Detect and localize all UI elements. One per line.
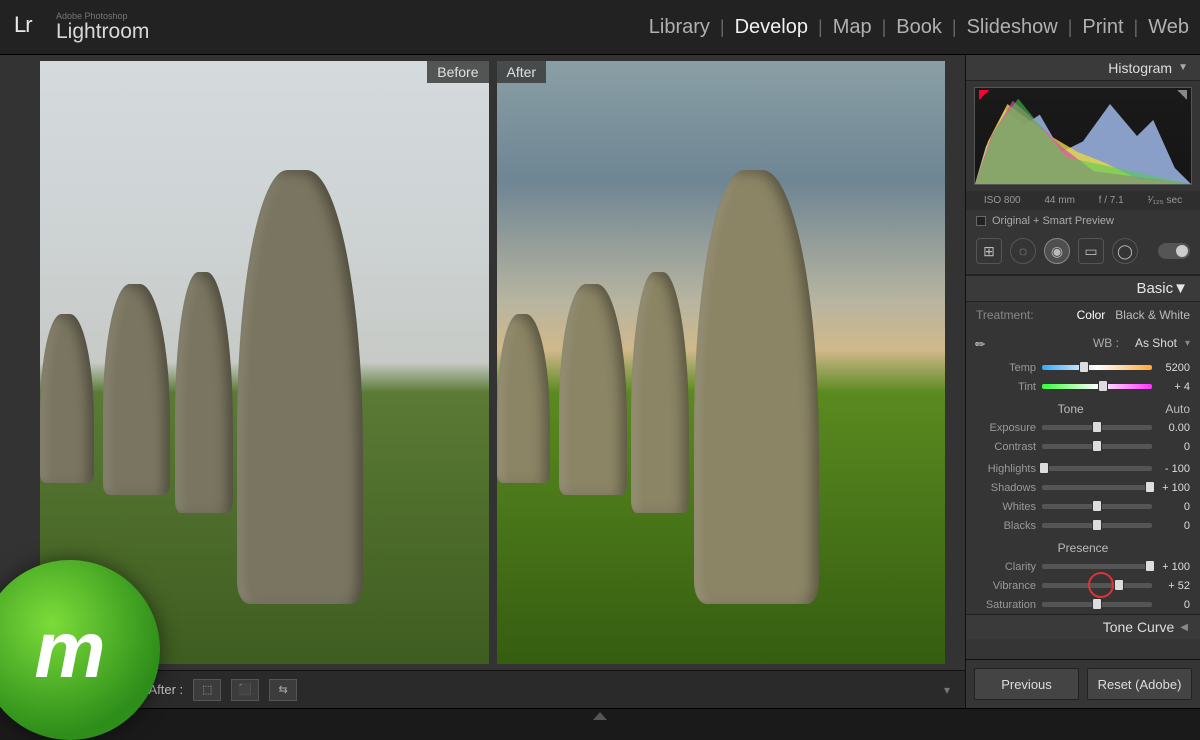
clarity-thumb[interactable] [1145,560,1155,572]
toolbar-menu-chevron-icon[interactable]: ▾ [944,683,950,697]
wb-eyedropper-icon[interactable]: ✎ [972,329,1000,357]
basic-panel-header[interactable]: Basic▼ [966,275,1200,302]
bottom-panel-reveal-icon[interactable] [593,712,607,720]
treatment-color[interactable]: Color [1077,308,1106,322]
contrast-value[interactable]: 0 [1158,441,1190,453]
triangle-left-icon: ◀ [1180,622,1188,633]
vibrance-value[interactable]: + 52 [1158,580,1190,592]
tint-value[interactable]: + 4 [1158,381,1190,393]
shadows-slider[interactable] [1042,485,1152,490]
shadows-label: Shadows [976,482,1036,494]
module-slideshow[interactable]: Slideshow [961,16,1064,39]
temp-label: Temp [976,362,1036,374]
meta-focal: 44 mm [1044,195,1075,206]
clarity-value[interactable]: + 100 [1158,561,1190,573]
module-web[interactable]: Web [1142,16,1195,39]
tint-thumb[interactable] [1098,380,1108,392]
whites-thumb[interactable] [1092,500,1102,512]
after-image [497,61,946,664]
shadows-value[interactable]: + 100 [1158,482,1190,494]
module-library[interactable]: Library [643,16,716,39]
app-logo-icon: Lr [14,12,44,42]
after-pane[interactable]: After [497,61,946,664]
brand-title: Lightroom [56,21,149,42]
histogram-panel-header[interactable]: Histogram▼ [966,55,1200,81]
saturation-value[interactable]: 0 [1158,599,1190,611]
treatment-bw[interactable]: Black & White [1115,308,1190,322]
exposure-value[interactable]: 0.00 [1158,422,1190,434]
whites-slider[interactable] [1042,504,1152,509]
histogram-display[interactable] [974,87,1192,185]
app-titlebar: Lr Adobe Photoshop Lightroom Library| De… [0,0,1200,55]
highlights-value[interactable]: - 100 [1158,463,1190,475]
spot-removal-tool[interactable]: ◌ [1010,238,1036,264]
histogram-metadata: ISO 800 44 mm f / 7.1 ¹⁄₁₂₅ sec [966,191,1200,210]
blacks-thumb[interactable] [1092,519,1102,531]
tint-label: Tint [976,381,1036,393]
highlights-thumb[interactable] [1039,462,1049,474]
contrast-label: Contrast [976,441,1036,453]
tint-slider[interactable] [1042,384,1152,389]
clarity-slider[interactable] [1042,564,1152,569]
compare-layout-1-button[interactable]: ⬚ [193,679,221,701]
temp-thumb[interactable] [1079,361,1089,373]
meta-shutter: ¹⁄₁₂₅ sec [1147,195,1182,206]
treatment-label: Treatment: [976,308,1034,322]
compare-layout-2-button[interactable]: ⬛ [231,679,259,701]
wb-label: WB : [1093,336,1119,350]
shadows-thumb[interactable] [1145,481,1155,493]
blacks-value[interactable]: 0 [1158,520,1190,532]
crop-tool[interactable]: ⊞ [976,238,1002,264]
presence-label: Presence [1058,541,1109,555]
chevron-down-icon: ▾ [1185,338,1190,349]
vibrance-thumb[interactable] [1114,579,1124,591]
contrast-slider[interactable] [1042,444,1152,449]
blacks-label: Blacks [976,520,1036,532]
saturation-thumb[interactable] [1092,598,1102,610]
whites-value[interactable]: 0 [1158,501,1190,513]
tone-label: Tone [1058,402,1084,416]
before-after-compare: Before After [0,55,965,670]
develop-right-panel: Histogram▼ ISO 800 44 mm f / 7.1 ¹⁄₁₂₅ s… [965,55,1200,708]
reset-button[interactable]: Reset (Adobe) [1087,668,1192,700]
panel-switch[interactable] [1158,243,1190,259]
exposure-label: Exposure [976,422,1036,434]
graduated-filter-tool[interactable]: ▭ [1078,238,1104,264]
vibrance-slider[interactable] [1042,583,1152,588]
module-book[interactable]: Book [890,16,948,39]
module-develop[interactable]: Develop [729,16,814,39]
meta-iso: ISO 800 [984,195,1021,206]
tone-curve-panel-header[interactable]: Tone Curve◀ [966,614,1200,639]
module-picker: Library| Develop| Map| Book| Slideshow| … [643,0,1200,54]
auto-tone-button[interactable]: Auto [1165,402,1190,416]
contrast-thumb[interactable] [1092,440,1102,452]
triangle-down-icon: ▼ [1178,62,1188,73]
after-label: After [497,61,547,83]
smart-preview-status: Original + Smart Preview [966,210,1200,232]
checkbox-icon[interactable] [976,216,986,226]
wb-preset-dropdown[interactable]: As Shot [1135,336,1177,350]
local-adjustment-tools: ⊞ ◌ ◉ ▭ ◯ [966,232,1200,275]
saturation-label: Saturation [976,599,1036,611]
triangle-down-icon: ▼ [1173,280,1188,297]
blacks-slider[interactable] [1042,523,1152,528]
previous-button[interactable]: Previous [974,668,1079,700]
meta-aperture: f / 7.1 [1099,195,1124,206]
redeye-tool[interactable]: ◉ [1044,238,1070,264]
exposure-thumb[interactable] [1092,421,1102,433]
temp-value[interactable]: 5200 [1158,362,1190,374]
whites-label: Whites [976,501,1036,513]
saturation-slider[interactable] [1042,602,1152,607]
module-print[interactable]: Print [1076,16,1129,39]
temp-slider[interactable] [1042,365,1152,370]
module-map[interactable]: Map [827,16,878,39]
radial-filter-tool[interactable]: ◯ [1112,238,1138,264]
clarity-label: Clarity [976,561,1036,573]
before-label: Before [427,61,488,83]
vibrance-label: Vibrance [976,580,1036,592]
exposure-slider[interactable] [1042,425,1152,430]
compare-swap-button[interactable]: ⇆ [269,679,297,701]
highlights-label: Highlights [976,463,1036,475]
highlights-slider[interactable] [1042,466,1152,471]
